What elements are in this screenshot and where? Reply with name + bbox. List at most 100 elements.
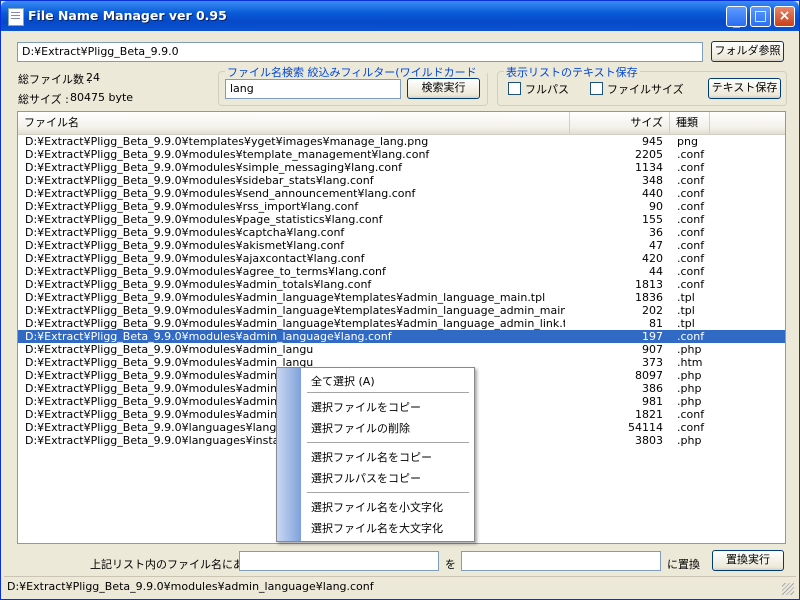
- minimize-icon: _: [733, 12, 740, 28]
- file-size-cell: 8097: [635, 369, 663, 382]
- menu-copy-files[interactable]: 選択ファイルをコピー: [311, 399, 421, 415]
- column-header-size[interactable]: サイズ: [570, 112, 670, 134]
- file-size-cell: 3803: [635, 434, 663, 447]
- file-size-cell: 945: [642, 135, 663, 148]
- menu-delete-files[interactable]: 選択ファイルの削除: [311, 420, 410, 436]
- replace-suffix-label: に置換: [667, 558, 700, 571]
- file-name-cell: D:¥Extract¥Pligg_Beta_9.9.0¥modules¥send…: [25, 187, 416, 200]
- menu-copy-fullpaths[interactable]: 選択フルパスをコピー: [311, 470, 421, 486]
- file-size-cell: 1134: [635, 161, 663, 174]
- menu-select-all[interactable]: 全て選択 (A): [311, 373, 375, 389]
- file-name-cell: D:¥Extract¥Pligg_Beta_9.9.0¥modules¥temp…: [25, 148, 430, 161]
- table-row[interactable]: D:¥Extract¥Pligg_Beta_9.9.0¥modules¥admi…: [18, 291, 785, 304]
- file-type-cell: .php: [677, 382, 702, 395]
- table-row[interactable]: D:¥Extract¥Pligg_Beta_9.9.0¥modules¥admi…: [18, 304, 785, 317]
- file-name-cell: D:¥Extract¥Pligg_Beta_9.9.0¥modules¥akis…: [25, 239, 345, 252]
- close-icon: ×: [778, 8, 791, 24]
- table-row[interactable]: D:¥Extract¥Pligg_Beta_9.9.0¥modules¥admi…: [18, 317, 785, 330]
- table-row[interactable]: D:¥Extract¥Pligg_Beta_9.9.0¥templates¥yg…: [18, 135, 785, 148]
- resize-grip-icon[interactable]: [782, 583, 794, 595]
- title-bar[interactable]: File Name Manager ver 0.95 _ □ ×: [1, 1, 799, 31]
- file-name-cell: D:¥Extract¥Pligg_Beta_9.9.0¥modules¥admi…: [25, 343, 314, 356]
- file-type-cell: .conf: [677, 213, 705, 226]
- folder-path-input[interactable]: D:¥Extract¥Pligg_Beta_9.9.0: [17, 42, 703, 62]
- file-size-cell: 420: [642, 252, 663, 265]
- file-name-cell: D:¥Extract¥Pligg_Beta_9.9.0¥modules¥capt…: [25, 226, 345, 239]
- filesize-label: ファイルサイズ: [607, 83, 684, 96]
- file-name-cell: D:¥Extract¥Pligg_Beta_9.9.0¥modules¥agre…: [25, 265, 386, 278]
- file-type-cell: .php: [677, 369, 702, 382]
- replace-from-input[interactable]: [239, 551, 439, 571]
- file-size-cell: 373: [642, 356, 663, 369]
- table-row[interactable]: D:¥Extract¥Pligg_Beta_9.9.0¥modules¥temp…: [18, 148, 785, 161]
- table-row[interactable]: D:¥Extract¥Pligg_Beta_9.9.0¥modules¥admi…: [18, 278, 785, 291]
- filter-input[interactable]: lang: [225, 79, 401, 99]
- file-name-cell: D:¥Extract¥Pligg_Beta_9.9.0¥modules¥rss_…: [25, 200, 359, 213]
- table-row[interactable]: D:¥Extract¥Pligg_Beta_9.9.0¥modules¥simp…: [18, 161, 785, 174]
- app-icon: [8, 8, 24, 26]
- maximize-button[interactable]: □: [750, 6, 771, 27]
- client-area: D:¥Extract¥Pligg_Beta_9.9.0 フォルダ参照 総ファイル…: [4, 31, 796, 596]
- file-size-cell: 44: [649, 265, 663, 278]
- menu-copy-names[interactable]: 選択ファイル名をコピー: [311, 449, 432, 465]
- file-size-cell: 202: [642, 304, 663, 317]
- file-type-cell: .tpl: [677, 291, 695, 304]
- table-row[interactable]: D:¥Extract¥Pligg_Beta_9.9.0¥modules¥agre…: [18, 265, 785, 278]
- file-type-cell: .conf: [677, 187, 705, 200]
- file-name-cell: D:¥Extract¥Pligg_Beta_9.9.0¥modules¥admi…: [25, 291, 546, 304]
- column-header-name[interactable]: ファイル名: [18, 112, 570, 134]
- search-button[interactable]: 検索実行: [407, 78, 480, 99]
- file-size-cell: 47: [649, 239, 663, 252]
- save-legend: 表示リストのテキスト保存: [504, 64, 640, 80]
- file-name-cell: D:¥Extract¥Pligg_Beta_9.9.0¥modules¥ajax…: [25, 252, 365, 265]
- file-type-cell: png: [677, 135, 698, 148]
- table-row[interactable]: D:¥Extract¥Pligg_Beta_9.9.0¥modules¥capt…: [18, 226, 785, 239]
- file-type-cell: .conf: [677, 148, 705, 161]
- file-type-cell: .tpl: [677, 304, 695, 317]
- file-size-cell: 90: [649, 200, 663, 213]
- app-window: File Name Manager ver 0.95 _ □ × D:¥Extr…: [0, 0, 800, 600]
- table-row[interactable]: D:¥Extract¥Pligg_Beta_9.9.0¥modules¥send…: [18, 187, 785, 200]
- replace-prefix-label: 上記リスト内のファイル名にある: [90, 558, 255, 571]
- file-name-cell: D:¥Extract¥Pligg_Beta_9.9.0¥modules¥admi…: [25, 304, 565, 317]
- save-text-button[interactable]: テキスト保存: [708, 78, 781, 99]
- file-size-cell: 386: [642, 382, 663, 395]
- context-menu: 全て選択 (A) 選択ファイルをコピー 選択ファイルの削除 選択ファイル名をコピ…: [276, 367, 475, 542]
- file-type-cell: .conf: [677, 330, 705, 343]
- file-size-cell: 440: [642, 187, 663, 200]
- file-name-cell: D:¥Extract¥Pligg_Beta_9.9.0¥modules¥admi…: [25, 330, 392, 343]
- replace-middle-label: を: [445, 558, 456, 571]
- close-button[interactable]: ×: [774, 6, 795, 27]
- total-size-label: 総サイズ :: [18, 93, 69, 106]
- filesize-checkbox[interactable]: [590, 82, 603, 95]
- replace-to-input[interactable]: [461, 551, 661, 571]
- file-name-cell: D:¥Extract¥Pligg_Beta_9.9.0¥templates¥yg…: [25, 135, 429, 148]
- table-row[interactable]: D:¥Extract¥Pligg_Beta_9.9.0¥modules¥admi…: [18, 343, 785, 356]
- fullpath-label: フルパス: [525, 83, 569, 96]
- replace-execute-button[interactable]: 置換実行: [712, 550, 784, 571]
- table-row[interactable]: D:¥Extract¥Pligg_Beta_9.9.0¥modules¥ajax…: [18, 252, 785, 265]
- table-row[interactable]: D:¥Extract¥Pligg_Beta_9.9.0¥modules¥side…: [18, 174, 785, 187]
- table-row[interactable]: D:¥Extract¥Pligg_Beta_9.9.0¥modules¥admi…: [18, 330, 785, 343]
- file-type-cell: .conf: [677, 252, 705, 265]
- window-title: File Name Manager ver 0.95: [28, 8, 227, 23]
- file-type-cell: .conf: [677, 408, 705, 421]
- file-type-cell: .conf: [677, 278, 705, 291]
- table-row[interactable]: D:¥Extract¥Pligg_Beta_9.9.0¥modules¥page…: [18, 213, 785, 226]
- table-row[interactable]: D:¥Extract¥Pligg_Beta_9.9.0¥modules¥akis…: [18, 239, 785, 252]
- table-row[interactable]: D:¥Extract¥Pligg_Beta_9.9.0¥modules¥rss_…: [18, 200, 785, 213]
- file-type-cell: .php: [677, 395, 702, 408]
- menu-uppercase[interactable]: 選択ファイル名を大文字化: [311, 520, 443, 536]
- list-header: ファイル名 サイズ 種類: [18, 112, 785, 135]
- menu-lowercase[interactable]: 選択ファイル名を小文字化: [311, 499, 443, 515]
- fullpath-checkbox[interactable]: [508, 82, 521, 95]
- browse-folder-button[interactable]: フォルダ参照: [711, 41, 784, 62]
- column-header-type[interactable]: 種類: [670, 112, 710, 134]
- file-name-cell: D:¥Extract¥Pligg_Beta_9.9.0¥modules¥side…: [25, 174, 374, 187]
- file-type-cell: .conf: [677, 265, 705, 278]
- file-type-cell: .php: [677, 434, 702, 447]
- file-type-cell: .conf: [677, 200, 705, 213]
- context-menu-sidebar: [277, 368, 301, 541]
- file-count-value: 24: [86, 71, 100, 84]
- minimize-button[interactable]: _: [726, 6, 747, 28]
